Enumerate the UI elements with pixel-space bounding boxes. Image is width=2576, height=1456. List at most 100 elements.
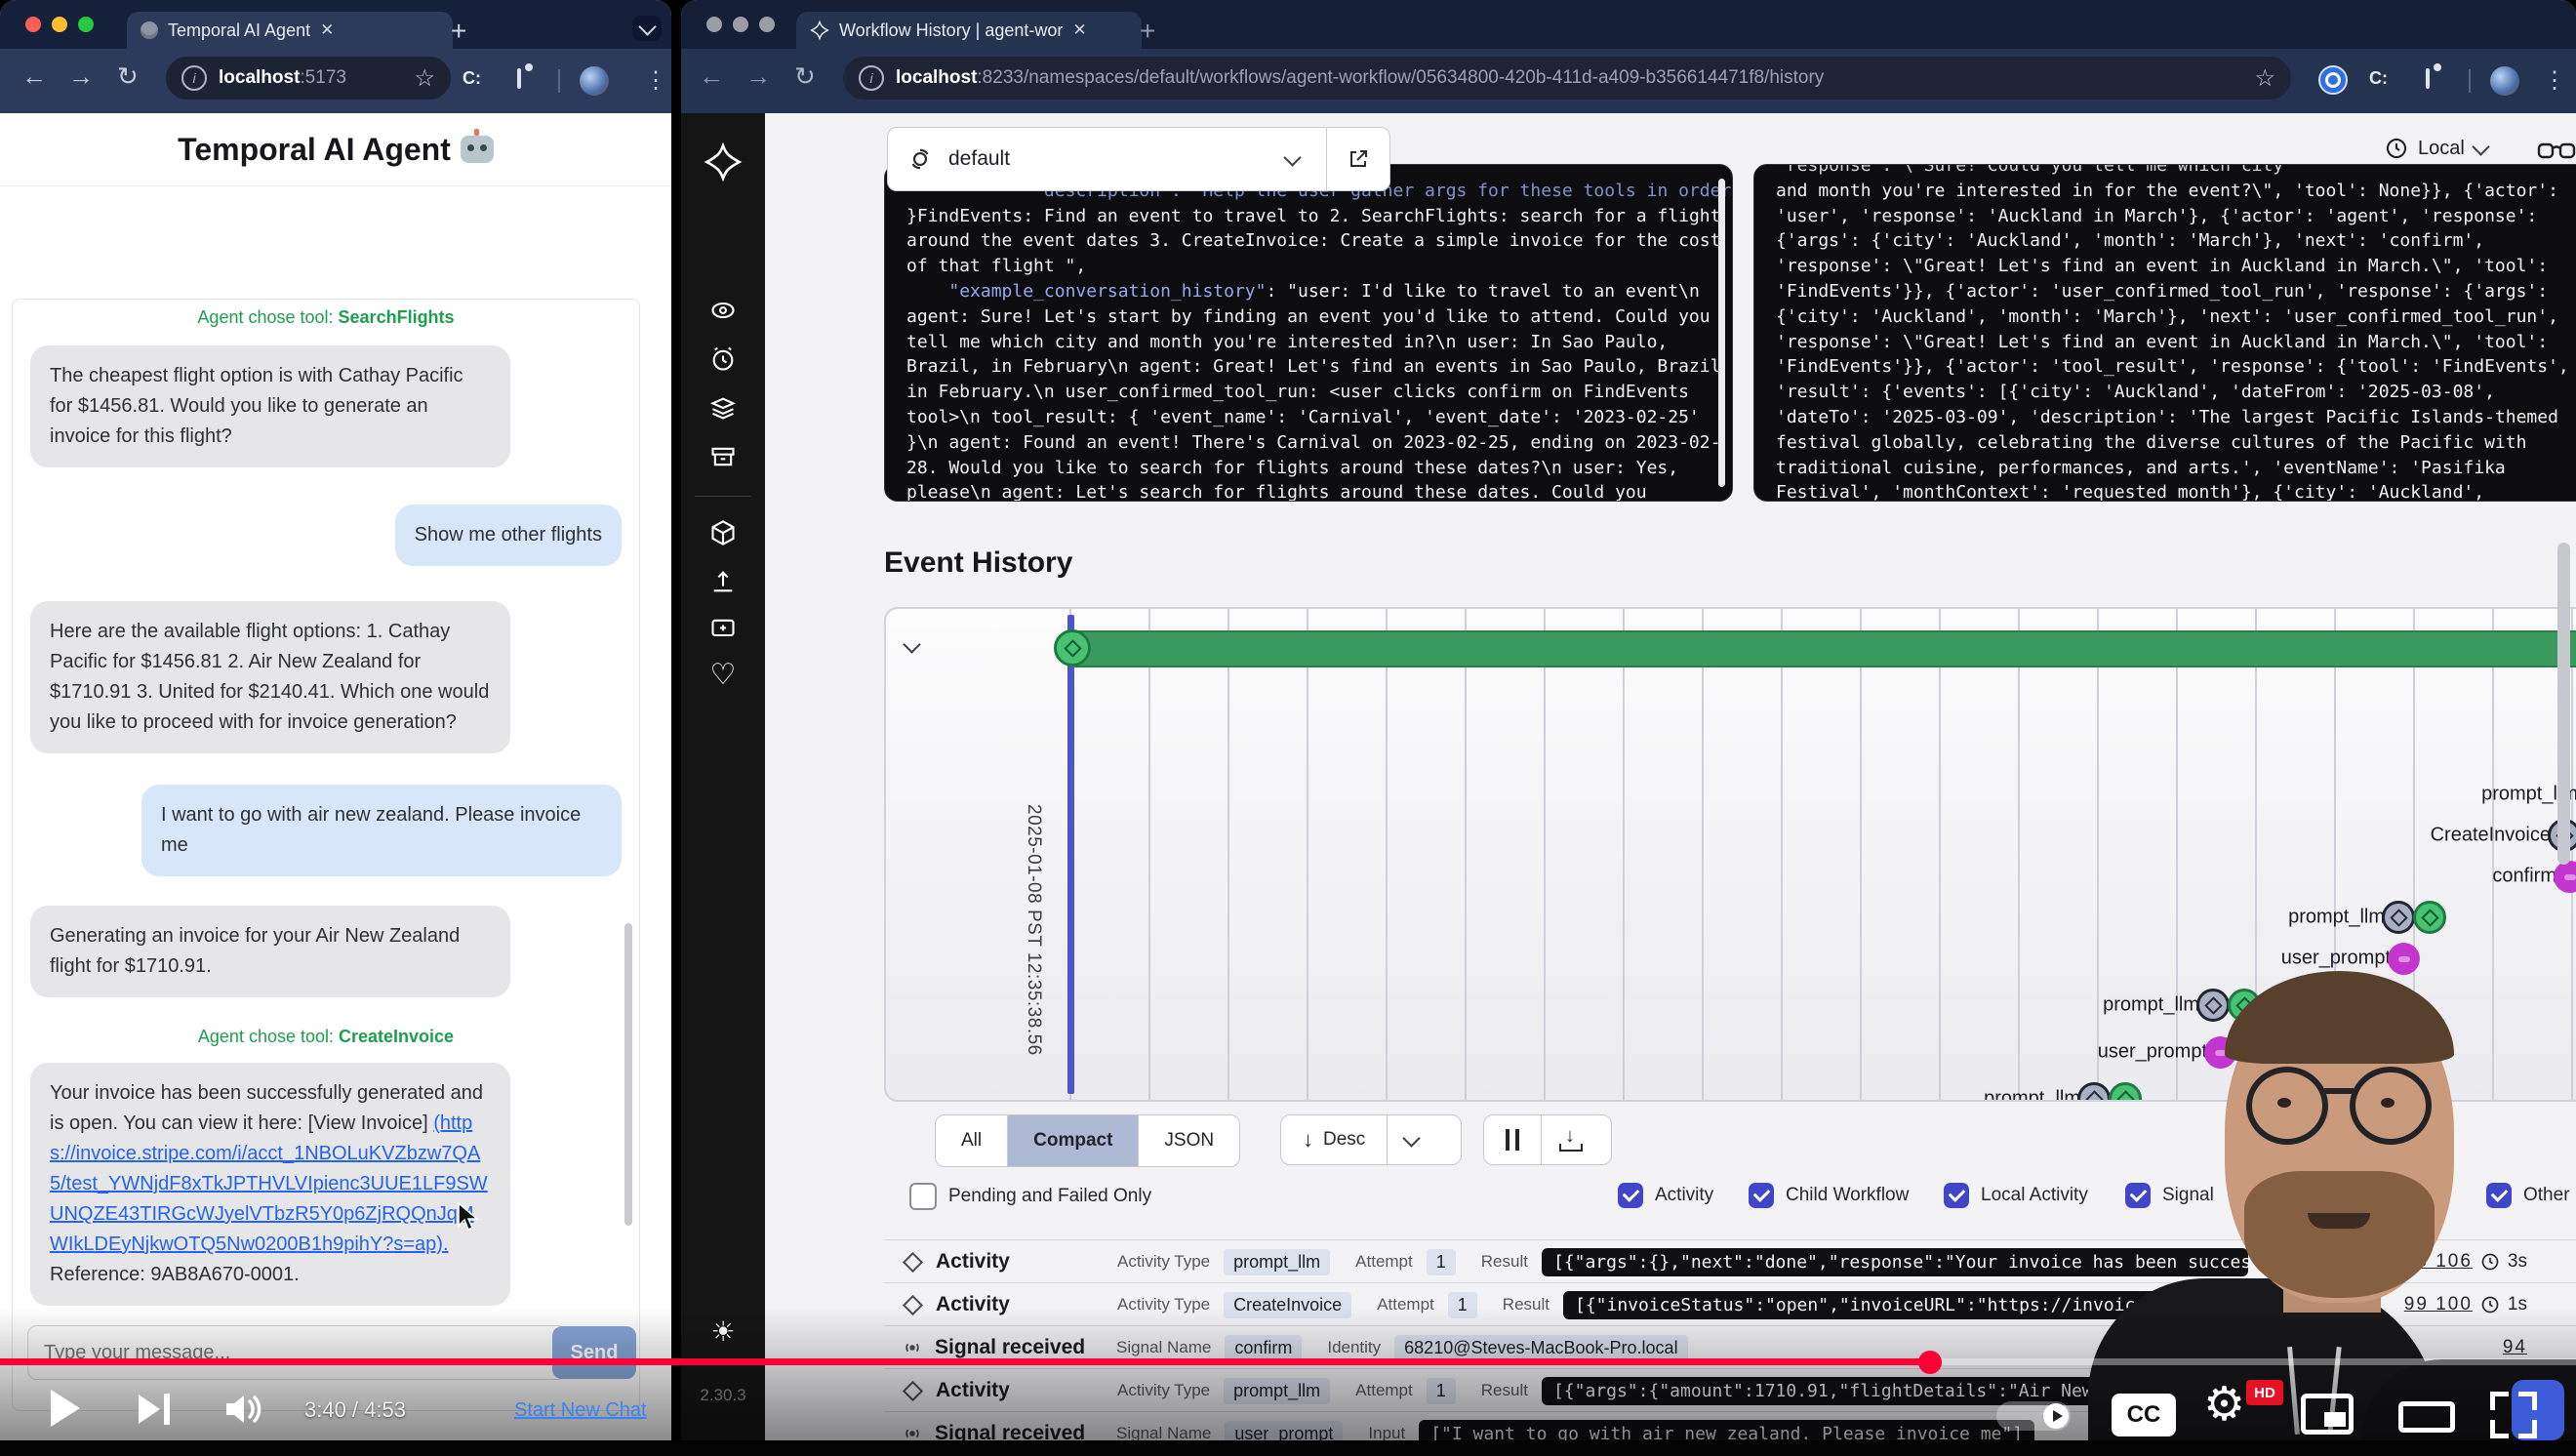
site-info-icon[interactable]: i: [859, 65, 884, 91]
new-tab-button[interactable]: +: [1140, 18, 1155, 45]
page-scrollbar[interactable]: [2557, 543, 2570, 865]
message-input[interactable]: [27, 1325, 568, 1380]
filter-child-workflow[interactable]: Child Workflow: [1749, 1183, 1909, 1208]
workflow-input-json: "description": "Help the user gather arg…: [906, 164, 1707, 502]
close-window-icon[interactable]: [706, 17, 722, 32]
timeline-start-line: [1067, 615, 1074, 1094]
timeline-expand-chevron-icon[interactable]: [903, 635, 920, 653]
theater-mode-button[interactable]: [2398, 1401, 2455, 1433]
profile-avatar[interactable]: [2490, 66, 2519, 96]
back-icon[interactable]: ←: [21, 63, 47, 89]
player-playhead[interactable]: [1918, 1351, 1942, 1374]
zoom-window-icon[interactable]: [78, 17, 94, 32]
url-text: localhost:5173: [219, 67, 346, 89]
player-progress-played[interactable]: [0, 1358, 1930, 1365]
child-workflow-checkbox[interactable]: [1749, 1183, 1774, 1208]
labs-glasses-icon[interactable]: [2537, 139, 2576, 164]
person-eye-left: [2277, 1098, 2291, 1108]
tab-workflow-history[interactable]: Workflow History | agent-wor ✕: [796, 12, 1142, 49]
activity-completed-marker[interactable]: [2413, 901, 2446, 934]
pending-failed-checkbox[interactable]: [909, 1183, 937, 1210]
view-compact-tab[interactable]: Compact: [1007, 1115, 1138, 1166]
view-json-tab[interactable]: JSON: [1138, 1115, 1239, 1166]
chat-message-list[interactable]: Agent chose tool: SearchFlights The chea…: [12, 299, 640, 1411]
back-icon[interactable]: ←: [699, 63, 724, 89]
workflows-eye-icon[interactable]: [709, 297, 737, 324]
browser-menu-icon[interactable]: ⋮: [2543, 66, 2566, 95]
filter-activity[interactable]: Activity: [1618, 1183, 1713, 1208]
schedules-clock-icon[interactable]: [709, 345, 737, 373]
download-icon[interactable]: ↓: [1559, 1128, 1583, 1152]
tab-overflow-chevron-icon[interactable]: [632, 16, 662, 41]
temporal-logo-icon[interactable]: [704, 142, 743, 182]
robot-emoji-icon: [461, 136, 494, 163]
start-new-chat-link[interactable]: Start New Chat: [514, 1399, 647, 1422]
import-upload-icon[interactable]: [709, 568, 737, 595]
minimize-window-icon[interactable]: [733, 17, 748, 32]
forward-icon[interactable]: →: [68, 63, 94, 89]
site-info-icon[interactable]: i: [181, 65, 207, 91]
extensions-puzzle-icon[interactable]: [517, 68, 521, 89]
theme-sun-icon[interactable]: ☀: [710, 1315, 735, 1348]
password-extension-icon[interactable]: [2318, 65, 2348, 95]
pause-icon[interactable]: [1506, 1129, 1519, 1151]
feedback-screen-icon[interactable]: [709, 615, 737, 642]
chat-scrollbar[interactable]: [624, 923, 632, 1226]
tab-temporal-ai-agent[interactable]: Temporal AI Agent ✕: [127, 12, 453, 49]
browser-menu-icon[interactable]: ⋮: [644, 66, 667, 95]
address-bar[interactable]: i localhost:5173 ☆: [166, 57, 451, 100]
volume-icon[interactable]: [222, 1390, 265, 1429]
person-beard: [2244, 1171, 2435, 1298]
bookmark-star-icon[interactable]: ☆: [414, 64, 435, 93]
window-controls[interactable]: [25, 17, 94, 32]
extension-c-icon[interactable]: C:: [2369, 68, 2388, 89]
sort-order-button[interactable]: ↓ Desc: [1280, 1114, 1462, 1165]
open-namespace-external-icon[interactable]: [1347, 147, 1370, 171]
workflow-input-json-panel[interactable]: "description": "Help the user gather arg…: [884, 164, 1733, 502]
archive-icon[interactable]: [709, 443, 737, 470]
namespace-cube-icon[interactable]: [709, 519, 737, 546]
namespace-select[interactable]: default: [887, 127, 1390, 191]
workflow-start-marker[interactable]: [1054, 629, 1091, 667]
address-bar[interactable]: i localhost:8233/namespaces/default/work…: [843, 57, 2291, 100]
minimize-window-icon[interactable]: [52, 17, 67, 32]
reload-icon[interactable]: ↻: [117, 63, 139, 89]
workflow-result-json-panel[interactable]: 'response': \"Sure! Could you tell me wh…: [1753, 164, 2576, 502]
settings-gear-icon[interactable]: ⚙: [2203, 1382, 2245, 1429]
timeline-row-label: prompt_llm: [2288, 907, 2385, 929]
pause-download-buttons[interactable]: ↓: [1483, 1114, 1612, 1165]
activity-checkbox[interactable]: [1618, 1183, 1643, 1208]
player-progress-remaining[interactable]: [1930, 1358, 2576, 1365]
bookmark-star-icon[interactable]: ☆: [2254, 64, 2275, 93]
code-scrollbar[interactable]: [1718, 179, 1725, 487]
local-activity-checkbox[interactable]: [1944, 1183, 1969, 1208]
extension-c-icon[interactable]: C:: [463, 68, 481, 89]
window-controls[interactable]: [706, 17, 775, 32]
pending-failed-filter[interactable]: Pending and Failed Only: [909, 1183, 1151, 1210]
miniplayer-button[interactable]: [2301, 1394, 2354, 1435]
close-window-icon[interactable]: [25, 17, 41, 32]
history-view-segmented[interactable]: All Compact JSON: [935, 1114, 1240, 1167]
activity-diamond-icon: [903, 1380, 923, 1400]
activity-scheduled-marker[interactable]: [2382, 901, 2415, 934]
captions-button[interactable]: CC: [2112, 1394, 2176, 1436]
extensions-puzzle-icon[interactable]: [2426, 68, 2430, 89]
time-zone-select[interactable]: Local: [2385, 137, 2487, 160]
close-tab-icon[interactable]: ✕: [1072, 20, 1086, 40]
view-all-tab[interactable]: All: [936, 1115, 1007, 1166]
zoom-window-icon[interactable]: [759, 17, 775, 32]
favorites-heart-icon[interactable]: ♡: [710, 658, 737, 692]
next-button[interactable]: [139, 1394, 170, 1425]
forward-icon[interactable]: →: [745, 63, 771, 89]
profile-avatar[interactable]: [580, 66, 609, 96]
close-tab-icon[interactable]: ✕: [320, 20, 334, 40]
play-button[interactable]: [51, 1390, 80, 1427]
autoplay-toggle[interactable]: [1996, 1401, 2071, 1431]
fullscreen-button[interactable]: [2490, 1392, 2537, 1438]
clock-icon: [2385, 137, 2408, 160]
workflow-execution-bar[interactable]: [1071, 630, 2576, 667]
send-button[interactable]: Send: [552, 1326, 636, 1379]
batch-layers-icon[interactable]: [709, 394, 737, 422]
reload-icon[interactable]: ↻: [794, 63, 816, 89]
new-tab-button[interactable]: +: [451, 18, 466, 45]
